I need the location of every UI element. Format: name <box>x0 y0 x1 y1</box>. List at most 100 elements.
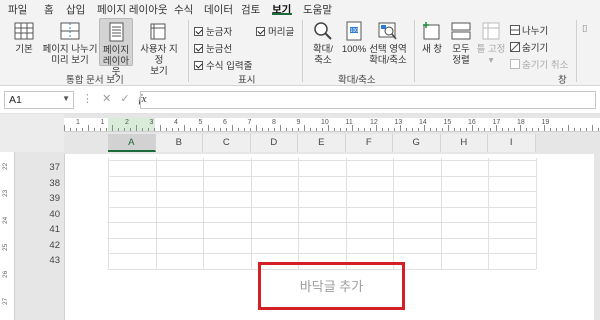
row-header-42[interactable]: 42 <box>20 238 64 254</box>
zoom-to-selection-button[interactable]: 선택 영역 확대/축소 <box>368 20 408 66</box>
column-header-b[interactable]: B <box>155 134 203 152</box>
enter-icon[interactable]: ✓ <box>120 93 129 105</box>
row-header-38[interactable]: 38 <box>20 176 64 192</box>
ruler-tick <box>466 128 467 131</box>
tab-page-layout[interactable]: 페이지 레이아웃 <box>97 2 168 17</box>
column-header-g[interactable]: G <box>393 134 441 152</box>
vertical-ruler-number: 24 <box>2 216 9 224</box>
new-window-button[interactable]: 새 창 <box>420 20 444 55</box>
row-header-41[interactable]: 41 <box>20 222 64 238</box>
group-separator <box>302 20 303 82</box>
ruler-tick <box>70 128 71 131</box>
page-break-preview-button[interactable]: 페이지 나누기 미리 보기 <box>42 20 98 66</box>
ruler-tick <box>112 125 113 131</box>
select-all-corner[interactable] <box>0 114 64 152</box>
column-header-h[interactable]: H <box>440 134 488 152</box>
group-separator <box>414 20 415 82</box>
headings-checkbox[interactable]: 머리글 <box>256 24 294 38</box>
group-separator <box>188 20 189 82</box>
page-break-label-2: 미리 보기 <box>51 55 89 66</box>
row-header-43[interactable]: 43 <box>20 253 64 269</box>
column-header-d[interactable]: D <box>250 134 298 152</box>
column-header-i[interactable]: I <box>488 134 536 152</box>
formula-bar-checkbox[interactable]: 수식 입력줄 <box>194 58 252 72</box>
column-header-c[interactable]: C <box>203 134 251 152</box>
freeze-panes-icon <box>482 22 500 40</box>
side-by-side-button[interactable]: ▯ <box>582 23 587 34</box>
ruler-number: 9 <box>296 119 301 126</box>
ruler-tick <box>340 128 341 131</box>
ruler-tick <box>304 125 305 131</box>
gridline-horizontal <box>108 237 536 239</box>
hide-button[interactable]: 숨기기 <box>510 40 548 54</box>
row-header-39[interactable]: 39 <box>20 191 64 207</box>
hide-icon <box>510 42 520 52</box>
tab-data[interactable]: 데이터 <box>204 2 233 17</box>
add-footer-placeholder[interactable]: 바닥글 추가 <box>261 276 402 295</box>
tab-insert[interactable]: 삽입 <box>66 2 85 17</box>
arrange-all-button[interactable]: 모두 정렬 <box>448 20 474 66</box>
custom-views-button[interactable]: 사용자 지정 보기 <box>136 20 182 77</box>
ruler-tick <box>508 128 509 131</box>
column-header-f[interactable]: F <box>345 134 393 152</box>
vertical-ruler-number: 22 <box>2 162 9 170</box>
ruler-tick <box>382 128 383 131</box>
new-window-label: 새 창 <box>421 44 443 55</box>
ruler-number: 2 <box>125 119 129 126</box>
ruler-tick <box>190 128 191 131</box>
footer-highlight-box: 바닥글 추가 <box>258 262 405 310</box>
ruler-tick <box>238 128 239 131</box>
chevron-down-icon[interactable]: ▼ <box>62 94 70 103</box>
gridline-vertical <box>250 158 252 269</box>
arrange-icon <box>451 22 471 40</box>
ruler-tick <box>394 128 395 131</box>
checkbox-checked-icon <box>194 44 203 53</box>
custom-views-label-1: 사용자 지정 <box>140 44 178 66</box>
normal-view-button[interactable]: 기본 <box>10 20 38 55</box>
freeze-panes-label: 틀 고정 <box>476 44 506 55</box>
freeze-panes-button[interactable]: 틀 고정 ▾ <box>476 20 506 66</box>
gridline-vertical <box>108 158 109 269</box>
vertical-ruler-number: 25 <box>2 243 9 251</box>
tab-help[interactable]: 도움말 <box>303 2 332 17</box>
unhide-button[interactable]: 숨기기 취소 <box>510 57 568 71</box>
tab-review[interactable]: 검토 <box>241 2 260 17</box>
cancel-icon[interactable]: ✕ <box>102 93 111 105</box>
row-header-40[interactable]: 40 <box>20 207 64 223</box>
zoom-100-icon: 100 <box>346 21 362 41</box>
zoom-group-label: 확대/축소 <box>338 75 376 86</box>
zoom-button[interactable]: 확대/ 축소 <box>308 20 338 66</box>
gridline-vertical <box>203 158 204 269</box>
tab-home[interactable]: 홈 <box>44 2 54 17</box>
column-header-a[interactable]: A <box>108 134 156 152</box>
gridlines-checkbox[interactable]: 눈금선 <box>194 41 232 55</box>
ruler-tick <box>166 128 167 131</box>
ruler-tick <box>106 128 107 131</box>
gridline-vertical <box>298 158 299 269</box>
name-box[interactable]: A1 ▼ <box>4 91 74 109</box>
tab-file[interactable]: 파일 <box>8 2 27 17</box>
ruler-number: 6 <box>223 119 227 126</box>
ruler-tick <box>436 128 437 131</box>
gridline-horizontal <box>108 206 536 208</box>
ruler-tick <box>574 128 575 131</box>
page-layout-view-button[interactable]: 페이지 레이아웃 <box>99 18 133 78</box>
gridline-horizontal <box>108 160 536 161</box>
ruler-tick <box>76 128 77 131</box>
formula-input[interactable] <box>140 91 596 109</box>
column-header-e[interactable]: E <box>298 134 346 152</box>
ruler-number: 17 <box>492 119 501 126</box>
ruler-tick <box>184 125 185 131</box>
ruler-tick <box>208 125 209 131</box>
tab-formulas[interactable]: 수식 <box>174 2 193 17</box>
checkbox-checked-icon <box>256 27 265 36</box>
ruler-checkbox[interactable]: 눈금자 <box>194 24 232 38</box>
split-button[interactable]: 나누기 <box>510 23 548 37</box>
row-header-37[interactable]: 37 <box>20 160 64 176</box>
vertical-ruler-number: 26 <box>2 270 9 278</box>
custom-views-icon <box>150 23 166 40</box>
zoom-100-button[interactable]: 100 100% <box>340 20 368 55</box>
arrange-label-2: 정렬 <box>452 55 470 66</box>
ruler-tick <box>388 128 389 131</box>
ruler-tick <box>418 128 419 131</box>
